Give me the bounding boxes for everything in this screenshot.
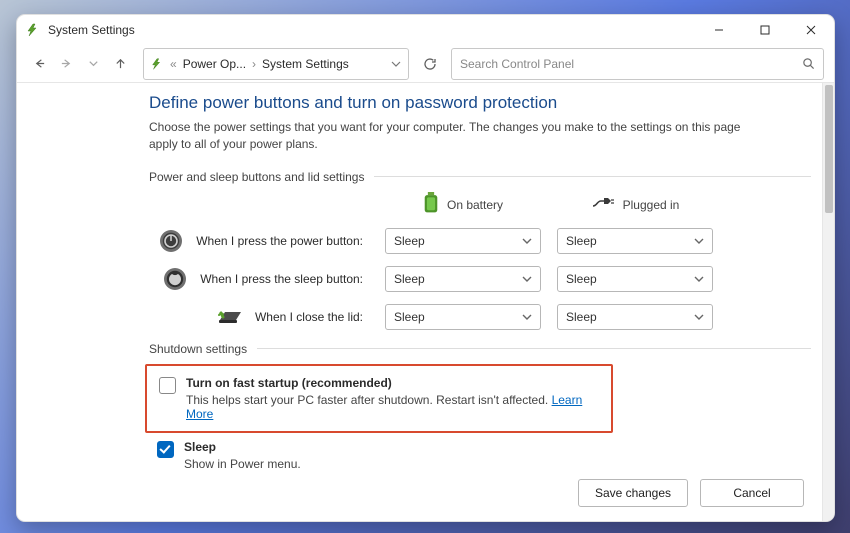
sleep-subtitle: Show in Power menu.: [184, 457, 301, 471]
section-heading-label: Power and sleep buttons and lid settings: [149, 170, 364, 184]
app-icon: [25, 22, 41, 38]
nav-row: « Power Op... › System Settings Search C…: [17, 45, 834, 82]
row-power-label: When I press the power button:: [196, 234, 363, 248]
save-button[interactable]: Save changes: [578, 479, 688, 507]
battery-icon: [423, 192, 439, 217]
row-sleep-button: When I press the sleep button: Sleep Sle…: [149, 266, 811, 292]
search-icon: [802, 57, 815, 70]
breadcrumb-prefix: «: [170, 57, 177, 71]
col-battery-label: On battery: [447, 198, 503, 212]
window-buttons: [696, 15, 834, 45]
section-shutdown-label: Shutdown settings: [149, 342, 247, 356]
rule: [257, 348, 811, 349]
row-close-lid: When I close the lid: Sleep Sleep: [149, 304, 811, 330]
close-button[interactable]: [788, 15, 834, 45]
row-sleep-label: When I press the sleep button:: [200, 272, 363, 286]
chevron-right-icon: ›: [252, 57, 256, 71]
footer-buttons: Save changes Cancel: [578, 479, 804, 507]
col-plugged-in: Plugged in: [557, 192, 713, 218]
cancel-button[interactable]: Cancel: [700, 479, 804, 507]
minimize-button[interactable]: [696, 15, 742, 45]
search-placeholder: Search Control Panel: [460, 57, 794, 71]
sleep-plugged-select[interactable]: Sleep: [557, 266, 713, 292]
search-input[interactable]: Search Control Panel: [451, 48, 824, 80]
maximize-button[interactable]: [742, 15, 788, 45]
scrollbar[interactable]: [822, 83, 834, 521]
refresh-button[interactable]: [415, 49, 445, 79]
lid-icon: [217, 304, 243, 330]
titlebar: System Settings: [17, 15, 834, 45]
power-battery-select[interactable]: Sleep: [385, 228, 541, 254]
fast-startup-option: Turn on fast startup (recommended) This …: [159, 373, 599, 424]
back-button[interactable]: [27, 51, 52, 76]
sleep-battery-select[interactable]: Sleep: [385, 266, 541, 292]
page-title: Define power buttons and turn on passwor…: [149, 93, 811, 113]
page-description: Choose the power settings that you want …: [149, 119, 749, 154]
fast-startup-highlight: Turn on fast startup (recommended) This …: [145, 364, 613, 433]
fast-startup-title: Turn on fast startup (recommended): [186, 376, 589, 390]
row-power-button: When I press the power button: Sleep Sle…: [149, 228, 811, 254]
sleep-checkbox[interactable]: [157, 441, 174, 458]
breadcrumb-parent[interactable]: Power Op...: [183, 57, 246, 71]
sleep-button-icon: [162, 266, 188, 292]
up-button[interactable]: [108, 51, 133, 76]
address-icon: [150, 57, 164, 71]
fast-startup-checkbox[interactable]: [159, 377, 176, 394]
forward-button[interactable]: [54, 51, 79, 76]
col-on-battery: On battery: [385, 192, 541, 218]
scroll-area: Define power buttons and turn on passwor…: [17, 83, 821, 521]
column-headers: On battery Plugged in: [149, 192, 811, 218]
settings-window: System Settings « Power Op... › System S…: [16, 14, 835, 522]
breadcrumb-current[interactable]: System Settings: [262, 57, 349, 71]
power-plugged-select[interactable]: Sleep: [557, 228, 713, 254]
recent-dropdown-button[interactable]: [81, 51, 106, 76]
window-title: System Settings: [48, 23, 135, 37]
address-bar[interactable]: « Power Op... › System Settings: [143, 48, 409, 80]
lid-plugged-select[interactable]: Sleep: [557, 304, 713, 330]
plug-icon: [591, 196, 615, 213]
section-buttons-heading: Power and sleep buttons and lid settings: [149, 170, 811, 184]
section-shutdown-heading: Shutdown settings: [149, 342, 811, 356]
rule: [374, 176, 811, 177]
sleep-title: Sleep: [184, 440, 301, 454]
scrollbar-thumb[interactable]: [825, 85, 833, 213]
fast-startup-subtitle: This helps start your PC faster after sh…: [186, 393, 589, 421]
power-button-icon: [158, 228, 184, 254]
col-plugged-label: Plugged in: [623, 198, 680, 212]
lid-battery-select[interactable]: Sleep: [385, 304, 541, 330]
row-lid-label: When I close the lid:: [255, 310, 363, 324]
chevron-down-icon[interactable]: [390, 58, 402, 70]
content-area: Define power buttons and turn on passwor…: [17, 82, 834, 521]
sleep-option: Sleep Show in Power menu.: [149, 437, 811, 474]
